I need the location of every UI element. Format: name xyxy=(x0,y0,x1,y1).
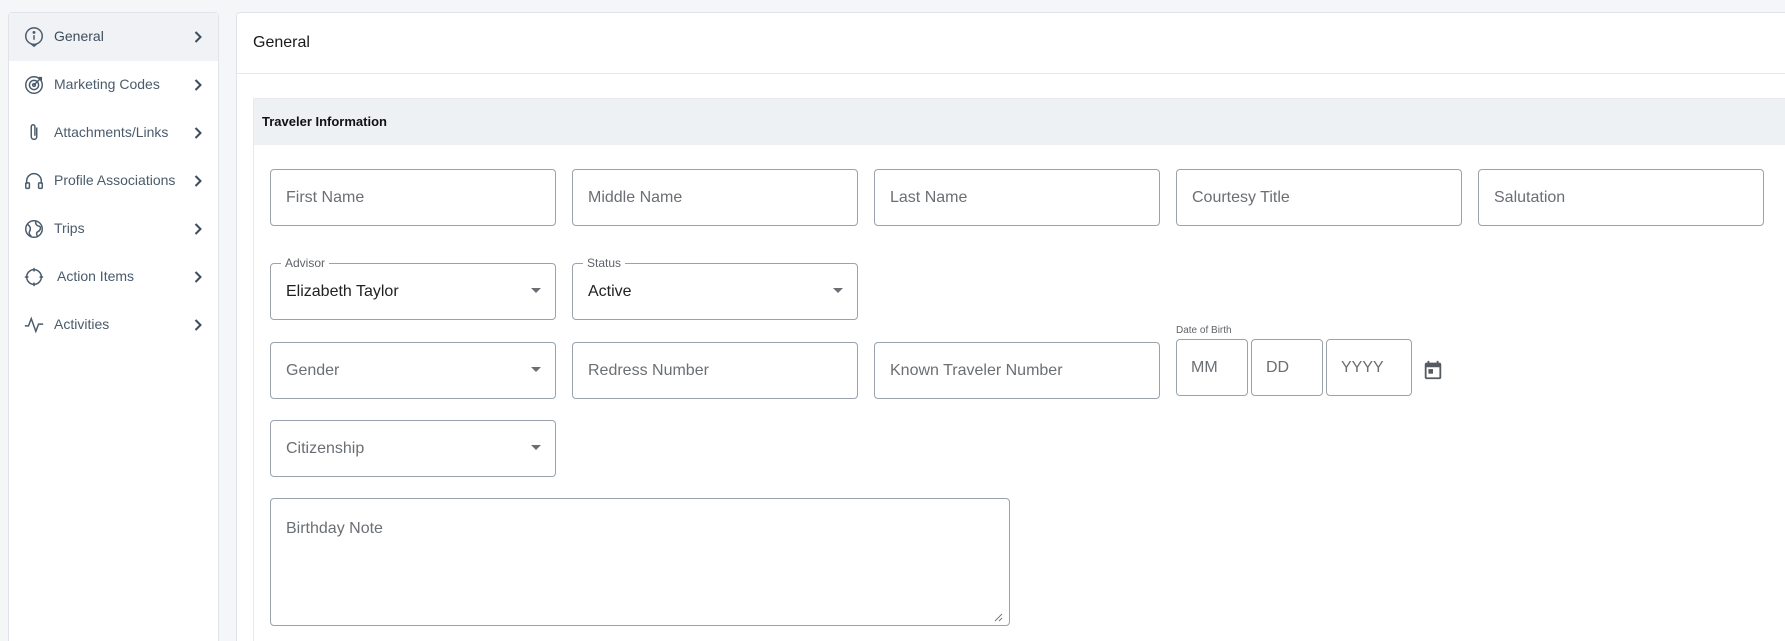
sidebar-item-general[interactable]: General xyxy=(9,13,218,61)
info-circle-icon xyxy=(22,25,46,49)
section-header: Traveler Information xyxy=(254,99,1785,145)
sidebar-item-activities[interactable]: Activities xyxy=(9,301,218,349)
calendar-icon[interactable] xyxy=(1422,359,1444,381)
status-select[interactable]: Status Active xyxy=(572,256,858,320)
chevron-right-icon xyxy=(188,123,208,143)
redress-number-input[interactable] xyxy=(588,343,842,398)
dob-month-placeholder: MM xyxy=(1191,359,1218,376)
date-of-birth-label: Date of Birth xyxy=(1176,325,1232,336)
sidebar-item-label: Profile Associations xyxy=(54,172,176,188)
gender-select[interactable]: Gender xyxy=(270,342,556,399)
birthday-note-textarea[interactable]: Birthday Note xyxy=(270,498,1010,626)
sidebar: General Marketing Codes Attachments/Link… xyxy=(8,12,219,641)
sidebar-item-attachments-links[interactable]: Attachments/Links xyxy=(9,109,218,157)
citizenship-placeholder: Citizenship xyxy=(286,440,365,457)
citizenship-select[interactable]: Citizenship xyxy=(270,420,556,477)
section-title: Traveler Information xyxy=(262,114,387,129)
last-name-input[interactable] xyxy=(890,170,1144,225)
redress-number-field[interactable] xyxy=(572,342,858,399)
chevron-right-icon xyxy=(188,75,208,95)
birthday-note-placeholder: Birthday Note xyxy=(286,520,383,537)
crosshair-icon xyxy=(22,265,46,289)
chevron-right-icon xyxy=(188,267,208,287)
sidebar-item-label: Activities xyxy=(54,316,110,332)
middle-name-input[interactable] xyxy=(588,170,842,225)
sidebar-item-action-items[interactable]: Action Items xyxy=(9,253,218,301)
advisor-value: Elizabeth Taylor xyxy=(286,282,399,300)
first-name-input[interactable] xyxy=(286,170,540,225)
salutation-field[interactable] xyxy=(1478,169,1764,226)
activity-pulse-icon xyxy=(22,313,46,337)
dropdown-caret-icon xyxy=(531,367,541,372)
dropdown-caret-icon xyxy=(833,288,843,293)
paperclip-icon xyxy=(22,121,46,145)
sidebar-item-marketing-codes[interactable]: Marketing Codes xyxy=(9,61,218,109)
dob-year-field[interactable]: YYYY xyxy=(1326,339,1412,396)
courtesy-title-input[interactable] xyxy=(1192,170,1446,225)
sidebar-item-label: General xyxy=(54,28,104,44)
headphones-icon xyxy=(22,169,46,193)
main-header: General xyxy=(237,13,1785,74)
gender-placeholder: Gender xyxy=(286,362,340,379)
dob-day-placeholder: DD xyxy=(1266,359,1290,376)
salutation-input[interactable] xyxy=(1494,170,1748,225)
sidebar-item-profile-associations[interactable]: Profile Associations xyxy=(9,157,218,205)
known-traveler-number-input[interactable] xyxy=(890,343,1144,398)
page-title: General xyxy=(253,34,310,51)
advisor-select[interactable]: Advisor Elizabeth Taylor xyxy=(270,256,556,320)
chevron-right-icon xyxy=(188,315,208,335)
main-panel: General Traveler Information Advisor Eli… xyxy=(236,12,1785,641)
sidebar-item-trips[interactable]: Trips xyxy=(9,205,218,253)
sidebar-item-label: Trips xyxy=(54,220,85,236)
globe-icon xyxy=(22,217,46,241)
dob-month-field[interactable]: MM xyxy=(1176,339,1248,396)
chevron-right-icon xyxy=(188,171,208,191)
target-icon xyxy=(22,73,46,97)
known-traveler-number-field[interactable] xyxy=(874,342,1160,399)
resize-handle-icon[interactable] xyxy=(993,609,1003,622)
sidebar-item-label: Action Items xyxy=(57,268,135,284)
dob-day-field[interactable]: DD xyxy=(1251,339,1323,396)
sidebar-item-label: Attachments/Links xyxy=(54,124,169,140)
status-value: Active xyxy=(588,282,632,300)
sidebar-item-label: Marketing Codes xyxy=(54,76,160,92)
chevron-right-icon xyxy=(188,27,208,47)
middle-name-field[interactable] xyxy=(572,169,858,226)
first-name-field[interactable] xyxy=(270,169,556,226)
last-name-field[interactable] xyxy=(874,169,1160,226)
traveler-information-section: Traveler Information Advisor Elizabeth T… xyxy=(253,98,1785,641)
chevron-right-icon xyxy=(188,219,208,239)
dropdown-caret-icon xyxy=(531,445,541,450)
courtesy-title-field[interactable] xyxy=(1176,169,1462,226)
dropdown-caret-icon xyxy=(531,288,541,293)
dob-year-placeholder: YYYY xyxy=(1341,359,1384,376)
